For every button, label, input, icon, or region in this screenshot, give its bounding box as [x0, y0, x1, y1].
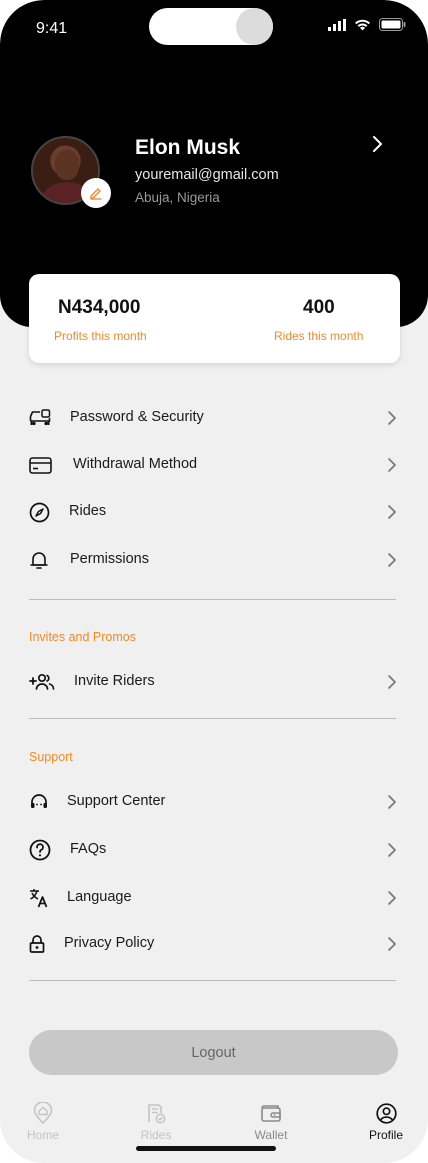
chevron-right-icon: [388, 553, 396, 567]
rides-label: Rides this month: [274, 329, 364, 343]
chevron-right-icon[interactable]: [368, 134, 388, 154]
home-indicator: [136, 1146, 276, 1151]
wifi-icon: [355, 19, 370, 30]
translate-icon: [30, 889, 48, 908]
menu-label: Rides: [69, 503, 107, 519]
user-name: Elon Musk: [135, 136, 241, 159]
tab-label: Profile: [368, 1128, 403, 1142]
compass-icon: [29, 502, 50, 522]
tab-rides[interactable]: Rides: [116, 1101, 196, 1142]
user-email: youremail@gmail.com: [135, 167, 279, 183]
menu-item-permissions[interactable]: Permissions: [29, 545, 401, 575]
chevron-right-icon: [388, 411, 396, 425]
profit-value: N434,000: [58, 297, 141, 318]
tab-wallet[interactable]: Wallet: [231, 1101, 311, 1142]
bell-icon: [30, 551, 48, 569]
chevron-right-icon: [388, 675, 396, 689]
tab-profile[interactable]: Profile: [346, 1101, 426, 1142]
divider: [29, 718, 396, 719]
tab-label: Rides: [140, 1128, 172, 1142]
menu-label: Password & Security: [70, 409, 204, 425]
rides-receipt-icon: [148, 1103, 166, 1123]
menu-item-support-center[interactable]: Support Center: [29, 787, 401, 817]
menu-item-invite-riders[interactable]: Invite Riders: [29, 667, 401, 697]
user-location: Abuja, Nigeria: [135, 190, 220, 205]
divider: [29, 980, 396, 981]
chevron-right-icon: [388, 505, 396, 519]
signal-icon: [328, 18, 346, 31]
menu-label: Withdrawal Method: [73, 456, 198, 472]
car-security-icon: [29, 409, 51, 426]
menu-item-privacy-policy[interactable]: Privacy Policy: [29, 929, 401, 959]
camera-dot: [236, 8, 273, 45]
menu-label: Permissions: [70, 551, 149, 567]
tab-home[interactable]: Home: [3, 1101, 83, 1142]
avatar-head: [55, 150, 79, 180]
credit-card-icon: [29, 456, 52, 474]
section-title-support: Support: [29, 750, 73, 764]
profile-screen: 9:41 Elon Musk youremail@gmail.com Abuja…: [0, 0, 428, 1163]
lock-icon: [29, 935, 45, 953]
question-icon: [29, 839, 51, 861]
menu-label: Language: [67, 889, 132, 905]
menu-item-rides[interactable]: Rides: [29, 497, 401, 527]
chevron-right-icon: [388, 937, 396, 951]
headset-icon: [31, 794, 47, 808]
menu-label: Privacy Policy: [64, 935, 155, 951]
menu-label: Support Center: [67, 793, 166, 809]
menu-item-language[interactable]: Language: [29, 883, 401, 913]
stats-card: N434,000 Profits this month 400 Rides th…: [29, 274, 400, 363]
pencil-icon: [90, 188, 102, 200]
chevron-right-icon: [388, 795, 396, 809]
profit-label: Profits this month: [54, 329, 147, 343]
battery-icon: [379, 18, 406, 31]
dynamic-island: [149, 8, 273, 45]
logout-button[interactable]: Logout: [29, 1030, 398, 1075]
edit-avatar-button[interactable]: [81, 178, 111, 208]
section-title-invites: Invites and Promos: [29, 630, 136, 644]
chevron-right-icon: [388, 458, 396, 472]
wallet-icon: [261, 1104, 281, 1122]
tab-label: Wallet: [254, 1128, 288, 1142]
menu-label: FAQs: [70, 841, 107, 857]
add-users-icon: [29, 673, 55, 690]
menu-item-withdrawal-method[interactable]: Withdrawal Method: [29, 450, 401, 480]
home-pin-icon: [33, 1102, 53, 1124]
menu-label: Invite Riders: [74, 673, 155, 689]
status-time: 9:41: [36, 20, 68, 37]
menu-item-password-security[interactable]: Password & Security: [29, 403, 401, 433]
rides-value: 400: [303, 297, 335, 318]
chevron-right-icon: [388, 843, 396, 857]
menu-item-faqs[interactable]: FAQs: [29, 835, 401, 865]
chevron-right-icon: [388, 891, 396, 905]
status-icons: [328, 18, 406, 31]
profile-icon: [375, 1102, 397, 1124]
divider: [29, 599, 396, 600]
tab-label: Home: [26, 1128, 59, 1142]
